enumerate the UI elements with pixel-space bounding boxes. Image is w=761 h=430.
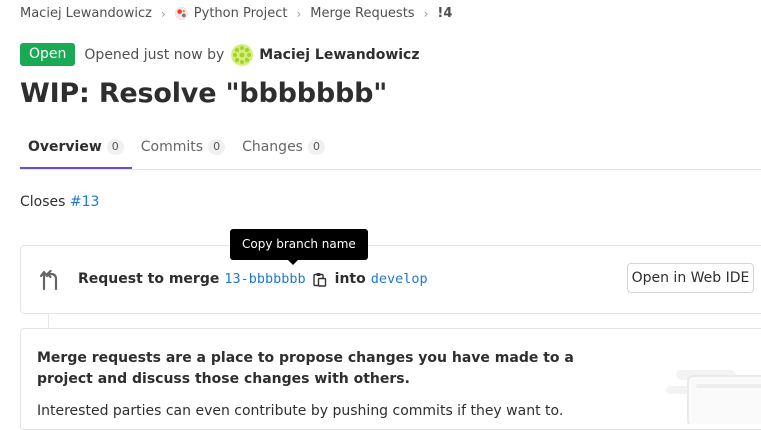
copy-branch-tooltip: Copy branch name xyxy=(230,229,368,260)
clipboard-icon[interactable] xyxy=(312,272,327,287)
breadcrumb-user-link[interactable]: Maciej Lewandowicz xyxy=(20,6,152,21)
closes-label: Closes xyxy=(20,194,66,210)
opened-text: Opened just now by xyxy=(84,46,225,63)
tab-count-badge: 0 xyxy=(307,139,325,155)
breadcrumb: Maciej Lewandowicz › Python Project › Me… xyxy=(20,6,452,21)
target-branch-link[interactable]: develop xyxy=(371,271,428,287)
breadcrumb-project-link[interactable]: Python Project xyxy=(194,6,288,21)
source-branch-link[interactable]: 13-bbbbbbb xyxy=(224,271,305,287)
tab-label: Changes xyxy=(242,139,303,155)
empty-state-heading: Merge requests are a place to propose ch… xyxy=(37,350,574,387)
chevron-right-icon: › xyxy=(296,6,302,21)
tab-commits[interactable]: Commits 0 xyxy=(133,126,233,168)
into-label: into xyxy=(334,271,366,287)
empty-state-illustration xyxy=(666,370,761,424)
merge-request-icon xyxy=(39,269,58,291)
merge-request-text: Request to merge 13-bbbbbbb into develop xyxy=(78,271,428,287)
timeline-connector xyxy=(48,313,49,329)
request-to-merge-label: Request to merge xyxy=(78,271,220,287)
breadcrumb-current-link[interactable]: !4 xyxy=(437,6,452,21)
tab-count-badge: 0 xyxy=(208,139,226,155)
mr-header-detail: Open Opened just now by Maciej Lewandowi… xyxy=(20,43,420,66)
mr-tabs: Overview 0 Commits 0 Changes 0 xyxy=(20,126,761,170)
tab-changes[interactable]: Changes 0 xyxy=(234,126,333,168)
page-title: WIP: Resolve "bbbbbbb" xyxy=(20,78,388,109)
tab-label: Overview xyxy=(28,138,102,155)
project-avatar-icon xyxy=(174,7,188,20)
empty-state-body: Interested parties can even contribute b… xyxy=(37,403,564,419)
merge-request-widget: Request to merge 13-bbbbbbb into develop… xyxy=(20,245,761,314)
avatar[interactable] xyxy=(231,43,254,66)
chevron-right-icon: › xyxy=(160,6,166,21)
chevron-right-icon: › xyxy=(423,6,429,21)
open-in-web-ide-button[interactable]: Open in Web IDE xyxy=(627,263,754,293)
author-link[interactable]: Maciej Lewandowicz xyxy=(259,47,419,63)
tooltip-arrow xyxy=(287,259,299,265)
issue-link[interactable]: #13 xyxy=(70,194,100,210)
status-badge: Open xyxy=(20,43,76,66)
tab-label: Commits xyxy=(140,139,204,155)
closes-issue-line: Closes #13 xyxy=(20,194,99,210)
merge-request-empty-state: Merge requests are a place to propose ch… xyxy=(20,328,761,430)
tab-overview[interactable]: Overview 0 xyxy=(20,126,132,169)
breadcrumb-merge-requests-link[interactable]: Merge Requests xyxy=(310,6,414,21)
tab-count-badge: 0 xyxy=(106,138,124,155)
